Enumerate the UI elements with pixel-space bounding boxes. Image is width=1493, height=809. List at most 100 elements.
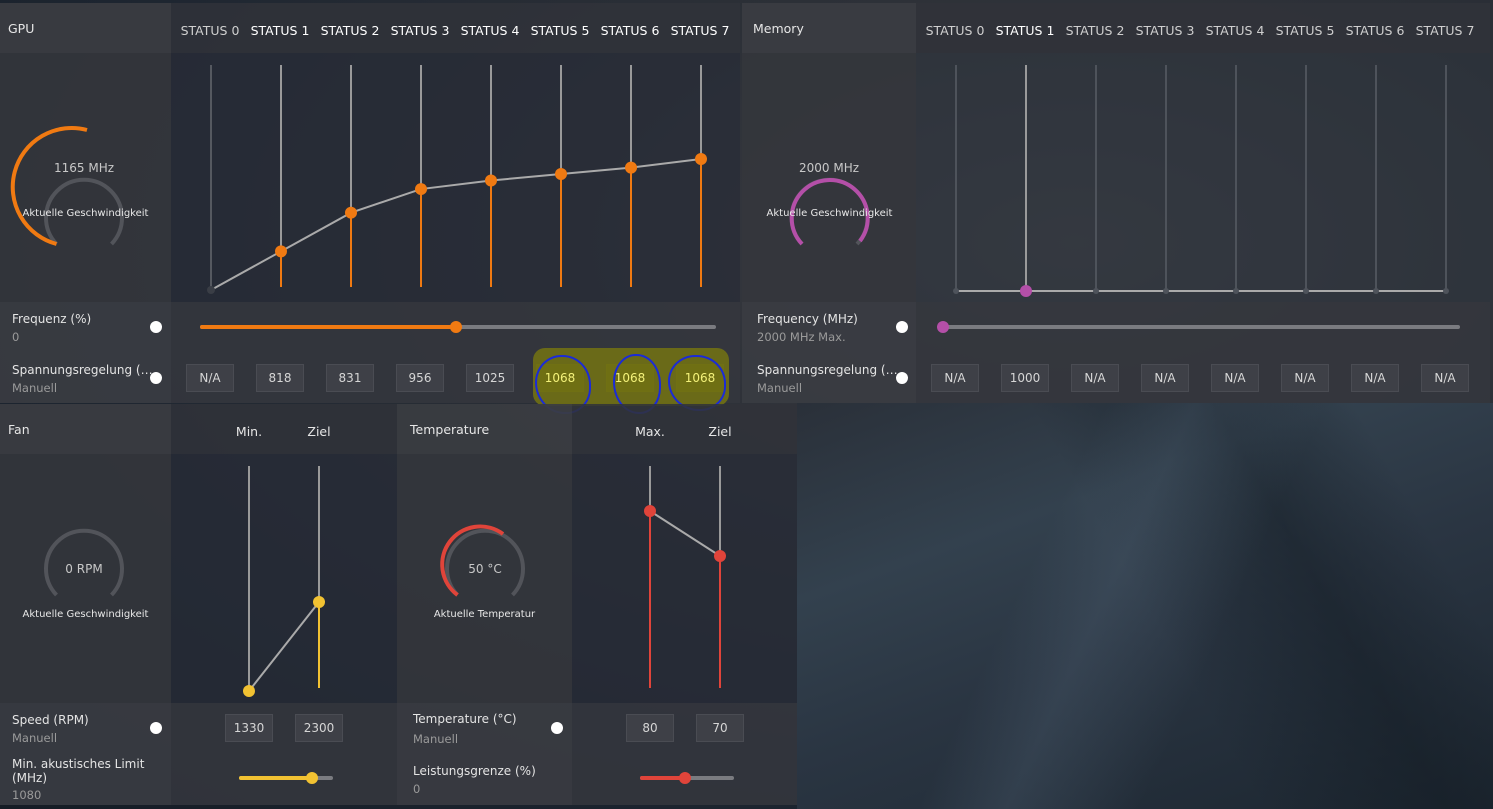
gpu-state-1[interactable]: STATUS 1 <box>245 23 315 38</box>
gpu-state-0[interactable]: STATUS 0 <box>175 23 245 38</box>
memory-state-point-6[interactable] <box>1373 288 1379 294</box>
gpu-frequency-slider[interactable] <box>171 302 740 352</box>
memory-state-point-1[interactable] <box>1020 285 1032 297</box>
gpu-state-4[interactable]: STATUS 4 <box>455 23 525 38</box>
memory-state-point-0[interactable] <box>953 288 959 294</box>
gpu-voltage-state-4[interactable]: 1025 <box>466 364 514 392</box>
fan-speed-toggle[interactable] <box>140 722 162 734</box>
temperature-target-input[interactable]: 70 <box>696 714 744 742</box>
memory-voltage-label: Spannungsregelung (… <box>757 363 898 377</box>
gpu-voltage-state-2[interactable]: 831 <box>326 364 374 392</box>
fan-min-point[interactable] <box>243 685 255 697</box>
memory-state-point-3[interactable] <box>1163 288 1169 294</box>
memory-frequency-toggle[interactable] <box>886 321 908 333</box>
memory-state-0[interactable]: STATUS 0 <box>920 23 990 38</box>
memory-voltage-state-3[interactable]: N/A <box>1141 364 1189 392</box>
memory-title: Memory <box>753 21 804 36</box>
background-mountain <box>797 403 1493 809</box>
gpu-state-3[interactable]: STATUS 3 <box>385 23 455 38</box>
gpu-voltage-state-3[interactable]: 956 <box>396 364 444 392</box>
fan-title: Fan <box>8 422 30 437</box>
memory-voltage-state-6[interactable]: N/A <box>1351 364 1399 392</box>
gpu-header: GPU <box>0 3 171 53</box>
gpu-gauge-value: 1165 MHz <box>53 161 115 175</box>
memory-state-4[interactable]: STATUS 4 <box>1200 23 1270 38</box>
memory-voltage-state-2[interactable]: N/A <box>1071 364 1119 392</box>
memory-state-6[interactable]: STATUS 6 <box>1340 23 1410 38</box>
memory-voltage-state-7[interactable]: N/A <box>1421 364 1469 392</box>
gpu-gauge-panel: 1165 MHz Aktuelle Geschwindigkeit <box>0 53 171 302</box>
temperature-target-point[interactable] <box>714 550 726 562</box>
temperature-curve-line <box>649 510 721 557</box>
gpu-state-5[interactable]: STATUS 5 <box>525 23 595 38</box>
memory-voltage-state-5[interactable]: N/A <box>1281 364 1329 392</box>
memory-gauge-panel: 2000 MHz Aktuelle Geschwindigkeit <box>742 53 916 302</box>
power-limit-label: Leistungsgrenze (%) <box>413 764 536 778</box>
fan-target-input[interactable]: 2300 <box>295 714 343 742</box>
gpu-state-point-1[interactable] <box>275 245 287 258</box>
memory-state-1[interactable]: STATUS 1 <box>990 23 1060 38</box>
gpu-frequency-label: Frequenz (%) <box>12 312 92 326</box>
memory-state-5[interactable]: STATUS 5 <box>1270 23 1340 38</box>
memory-frequency-slider[interactable] <box>916 302 1490 352</box>
temperature-gauge-label: Aktuelle Temperatur <box>433 609 536 620</box>
annotation-circle <box>668 355 726 411</box>
fan-target-point[interactable] <box>313 596 325 608</box>
memory-frequency-slider-row <box>916 302 1490 352</box>
fan-col-min: Min. <box>235 424 263 439</box>
gpu-voltage-state-0[interactable]: N/A <box>186 364 234 392</box>
temperature-gauge <box>440 524 525 597</box>
memory-voltage-state-1[interactable]: 1000 <box>1001 364 1049 392</box>
fan-gauge-value: 0 RPM <box>65 562 103 576</box>
fan-acoustic-slider[interactable] <box>171 753 397 805</box>
fan-acoustic-row: Min. akustisches Limit (MHz) 1080 <box>0 753 171 805</box>
gpu-frequency-row: Frequenz (%) 0 <box>0 302 171 352</box>
memory-state-point-5[interactable] <box>1303 288 1309 294</box>
gpu-state-point-5[interactable] <box>555 168 567 181</box>
fan-col-target: Ziel <box>307 424 331 439</box>
memory-state-2[interactable]: STATUS 2 <box>1060 23 1130 38</box>
memory-state-point-2[interactable] <box>1093 288 1099 294</box>
temperature-toggle[interactable] <box>541 722 563 734</box>
memory-voltage-toggle[interactable] <box>886 372 908 384</box>
memory-state-7[interactable]: STATUS 7 <box>1410 23 1480 38</box>
memory-gauge-label: Aktuelle Geschwindigkeit <box>766 208 893 219</box>
temperature-gauge-value: 50 °C <box>468 562 502 576</box>
power-limit-slider[interactable] <box>572 753 797 805</box>
power-limit-slider-knob <box>679 772 691 784</box>
memory-gauge-value: 2000 MHz <box>798 161 860 175</box>
memory-voltage-state-0[interactable]: N/A <box>931 364 979 392</box>
fan-gauge <box>44 528 124 597</box>
gpu-state-point-4[interactable] <box>485 174 497 187</box>
fan-acoustic-value: 1080 <box>12 788 42 802</box>
gpu-state-point-7[interactable] <box>695 153 707 165</box>
temperature-header: Temperature <box>397 404 572 454</box>
power-limit-value: 0 <box>413 782 421 796</box>
fan-curve-chart <box>243 466 325 697</box>
gpu-frequency-toggle[interactable] <box>140 321 162 333</box>
gpu-state-7[interactable]: STATUS 7 <box>665 23 735 38</box>
gpu-state-point-6[interactable] <box>625 161 637 174</box>
gpu-graph <box>171 53 740 302</box>
gpu-voltage-state-1[interactable]: 818 <box>256 364 304 392</box>
gpu-voltage-toggle[interactable] <box>140 372 162 384</box>
memory-frequency-row: Frequency (MHz) 2000 MHz Max. <box>742 302 916 352</box>
fan-min-input[interactable]: 1330 <box>225 714 273 742</box>
memory-state-3[interactable]: STATUS 3 <box>1130 23 1200 38</box>
memory-state-point-7[interactable] <box>1443 288 1449 294</box>
fan-speed-label: Speed (RPM) <box>12 713 89 727</box>
gpu-state-point-0[interactable] <box>207 286 215 294</box>
fan-acoustic-slider-knob <box>306 772 318 784</box>
memory-state-point-4[interactable] <box>1233 288 1239 294</box>
gpu-state-2[interactable]: STATUS 2 <box>315 23 385 38</box>
temperature-max-input[interactable]: 80 <box>626 714 674 742</box>
memory-voltage-row: Spannungsregelung (… Manuell <box>742 352 916 403</box>
gpu-state-point-2[interactable] <box>345 206 357 219</box>
temperature-max-point[interactable] <box>644 505 656 517</box>
gpu-state-point-3[interactable] <box>415 183 427 196</box>
gpu-state-6[interactable]: STATUS 6 <box>595 23 665 38</box>
memory-voltage-state-4[interactable]: N/A <box>1211 364 1259 392</box>
memory-graph <box>916 53 1490 302</box>
temperature-label: Temperature (°C) <box>413 712 517 726</box>
gpu-curve-chart <box>207 65 707 294</box>
